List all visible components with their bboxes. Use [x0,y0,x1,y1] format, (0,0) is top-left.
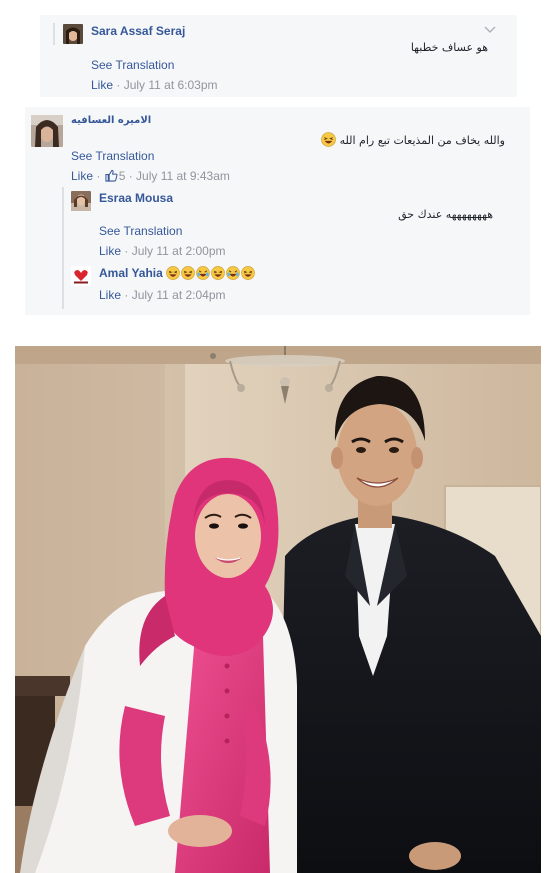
like-link[interactable]: Like [99,244,121,258]
reply-thread-line [62,187,64,309]
comment-card: Sara Assaf Seraj هو عساف خطبها See Trans… [40,15,517,97]
like-link[interactable]: Like [71,169,93,183]
comment-text-body: والله يخاف من المذيعات تبع رام الله [339,134,505,147]
avatar[interactable] [63,24,83,44]
thumbs-up-icon[interactable] [105,169,118,182]
avatar[interactable] [31,115,63,147]
laughing-emoji [241,266,255,280]
comment-card: الاميره العسافيه والله يخاف من المذيعات … [25,107,530,315]
comment-meta: Like · 5 · July 11 at 9:43am [71,169,230,183]
crying-laughing-emoji [196,266,210,280]
reply-author: Amal Yahia [99,266,256,280]
timestamp[interactable]: July 11 at 9:43am [136,169,230,183]
laughing-emoji [321,132,336,147]
timestamp[interactable]: July 11 at 6:03pm [124,78,218,92]
thread-line [53,23,55,45]
timestamp[interactable]: July 11 at 2:04pm [132,288,226,302]
see-translation-link[interactable]: See Translation [91,58,174,72]
reply-author[interactable]: Esraa Mousa [99,191,173,205]
see-translation-link[interactable]: See Translation [99,224,182,238]
reply-author-name[interactable]: Amal Yahia [99,266,163,280]
comment-author[interactable]: الاميره العسافيه [71,115,151,126]
avatar[interactable] [71,191,91,211]
laughing-emoji [211,266,225,280]
laughing-emoji [181,266,195,280]
timestamp[interactable]: July 11 at 2:00pm [132,244,226,258]
comment-author[interactable]: Sara Assaf Seraj [91,24,185,38]
comment-text: والله يخاف من المذيعات تبع رام الله [321,132,505,147]
like-count[interactable]: 5 [119,169,126,183]
like-link[interactable]: Like [99,288,121,302]
reply-text: ههههههههه عندك حق [398,208,493,221]
comment-meta: Like · July 11 at 6:03pm [91,78,218,92]
chevron-down-icon[interactable] [484,23,496,37]
reply-meta: Like · July 11 at 2:04pm [99,288,226,302]
laughing-emoji [166,266,180,280]
see-translation-link[interactable]: See Translation [71,149,154,163]
crying-laughing-emoji [226,266,240,280]
like-link[interactable]: Like [91,78,113,92]
post-photo[interactable] [15,346,541,873]
reply-meta: Like · July 11 at 2:00pm [99,244,226,258]
avatar[interactable] [71,266,91,286]
comment-text: هو عساف خطبها [410,41,488,54]
